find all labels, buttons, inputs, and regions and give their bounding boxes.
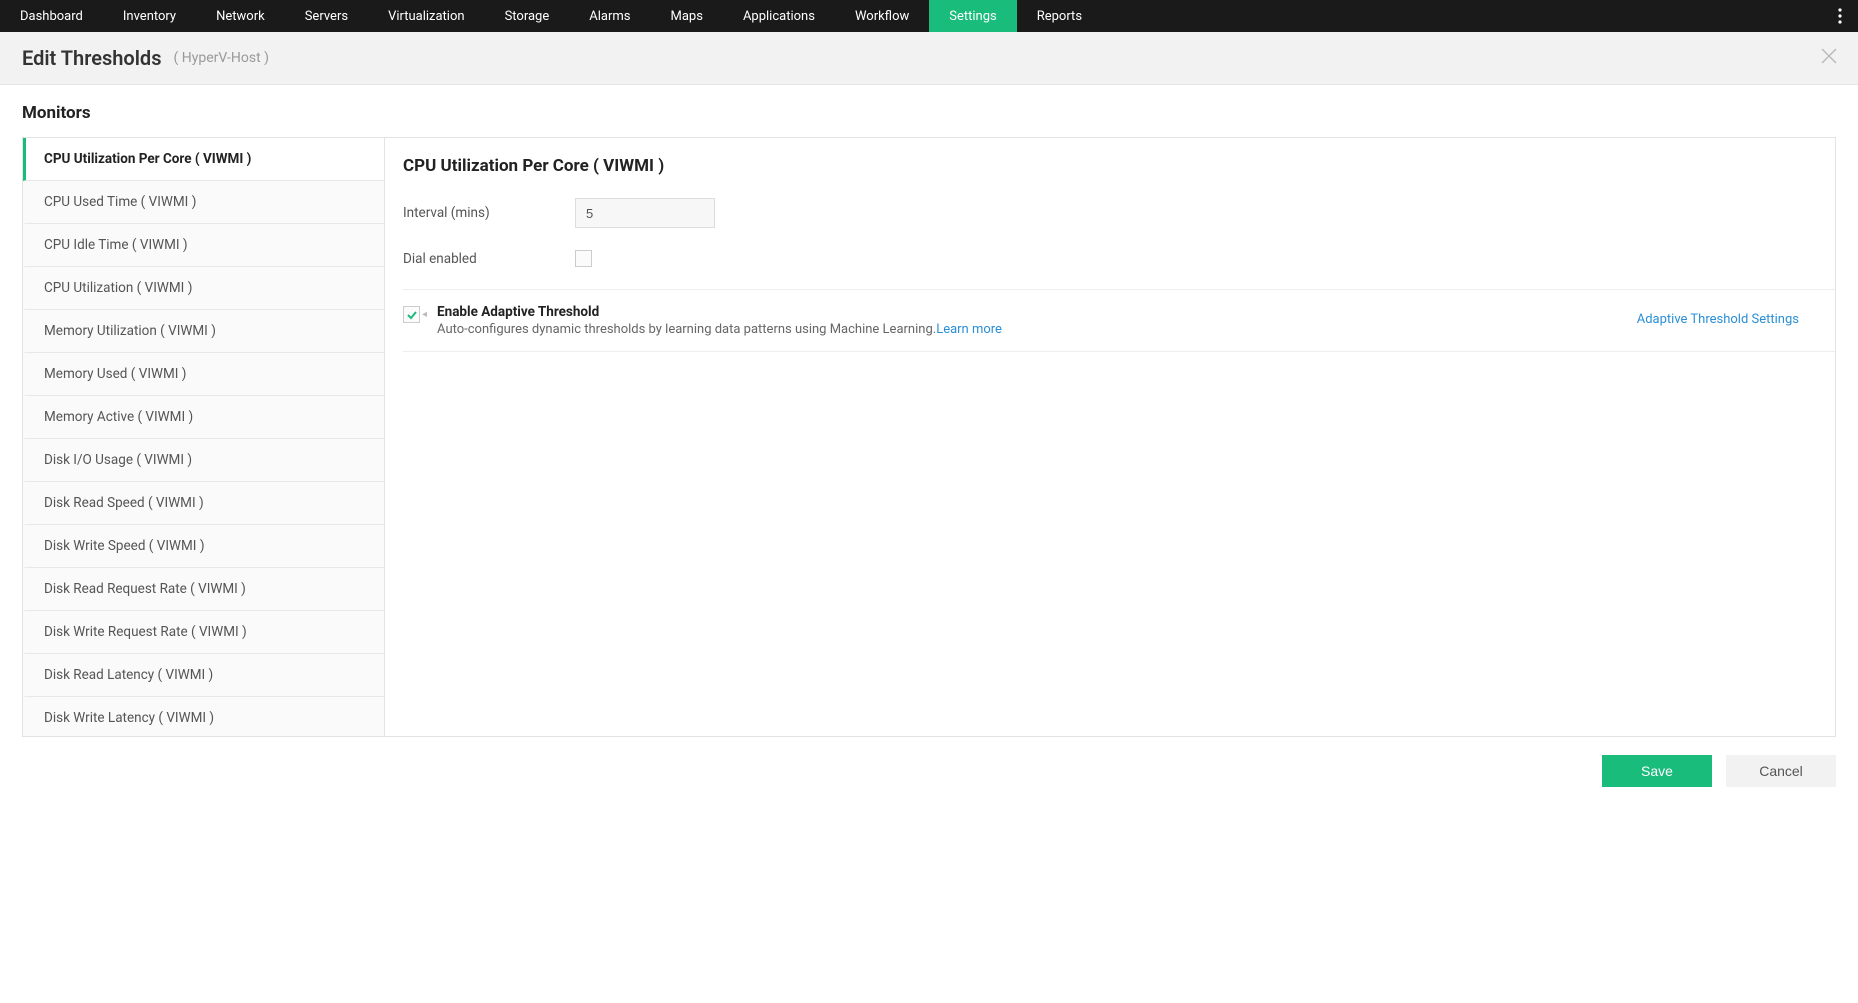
adaptive-threshold-checkbox[interactable] [403, 306, 420, 323]
nav-network[interactable]: Network [196, 0, 285, 32]
monitor-item-disk-io-usage[interactable]: Disk I/O Usage ( VIWMI ) [23, 439, 384, 482]
monitor-item-cpu-utilization[interactable]: CPU Utilization ( VIWMI ) [23, 267, 384, 310]
dial-enabled-label: Dial enabled [403, 251, 575, 267]
monitor-item-disk-read-speed[interactable]: Disk Read Speed ( VIWMI ) [23, 482, 384, 525]
panel-title: CPU Utilization Per Core ( VIWMI ) [403, 156, 1835, 176]
interval-label: Interval (mins) [403, 205, 575, 221]
nav-servers[interactable]: Servers [285, 0, 368, 32]
nav-more-icon[interactable] [1832, 0, 1848, 32]
nav-applications[interactable]: Applications [723, 0, 835, 32]
nav-virtualization[interactable]: Virtualization [368, 0, 485, 32]
monitor-item-disk-write-latency[interactable]: Disk Write Latency ( VIWMI ) [23, 697, 384, 737]
monitor-item-memory-utilization[interactable]: Memory Utilization ( VIWMI ) [23, 310, 384, 353]
nav-reports[interactable]: Reports [1017, 0, 1102, 32]
save-button[interactable]: Save [1602, 755, 1712, 787]
expand-arrow-icon[interactable]: ◂ [422, 309, 427, 320]
dial-enabled-checkbox[interactable] [575, 250, 592, 267]
monitor-item-disk-read-latency[interactable]: Disk Read Latency ( VIWMI ) [23, 654, 384, 697]
adaptive-threshold-description: Auto-configures dynamic thresholds by le… [437, 322, 1627, 337]
adaptive-threshold-section: ◂ Enable Adaptive Threshold Auto-configu… [403, 289, 1835, 352]
monitor-item-disk-write-speed[interactable]: Disk Write Speed ( VIWMI ) [23, 525, 384, 568]
monitor-item-cpu-util-per-core[interactable]: CPU Utilization Per Core ( VIWMI ) [23, 138, 384, 181]
close-icon[interactable] [1820, 47, 1838, 69]
monitors-sidebar[interactable]: CPU Utilization Per Core ( VIWMI ) CPU U… [22, 137, 384, 737]
nav-settings[interactable]: Settings [929, 0, 1016, 32]
main-content: CPU Utilization Per Core ( VIWMI ) CPU U… [0, 137, 1858, 737]
learn-more-link[interactable]: Learn more [936, 322, 1002, 337]
nav-workflow[interactable]: Workflow [835, 0, 929, 32]
page-title: Edit Thresholds [22, 46, 161, 70]
interval-input[interactable] [575, 198, 715, 228]
threshold-detail-panel: CPU Utilization Per Core ( VIWMI ) Inter… [384, 137, 1836, 737]
interval-row: Interval (mins) [403, 198, 1835, 228]
monitor-item-disk-read-request-rate[interactable]: Disk Read Request Rate ( VIWMI ) [23, 568, 384, 611]
monitor-item-memory-used[interactable]: Memory Used ( VIWMI ) [23, 353, 384, 396]
monitor-item-cpu-idle-time[interactable]: CPU Idle Time ( VIWMI ) [23, 224, 384, 267]
cancel-button[interactable]: Cancel [1726, 755, 1836, 787]
page-subtitle: ( HyperV-Host ) [173, 50, 269, 66]
dial-enabled-row: Dial enabled [403, 250, 1835, 267]
nav-storage[interactable]: Storage [485, 0, 570, 32]
nav-maps[interactable]: Maps [651, 0, 723, 32]
monitor-item-memory-active[interactable]: Memory Active ( VIWMI ) [23, 396, 384, 439]
top-navigation: Dashboard Inventory Network Servers Virt… [0, 0, 1858, 32]
section-heading-monitors: Monitors [0, 85, 1858, 137]
monitor-item-disk-write-request-rate[interactable]: Disk Write Request Rate ( VIWMI ) [23, 611, 384, 654]
adaptive-threshold-title: Enable Adaptive Threshold [437, 304, 1627, 320]
adaptive-threshold-settings-link[interactable]: Adaptive Threshold Settings [1637, 304, 1819, 327]
footer-actions: Save Cancel [0, 737, 1858, 805]
monitor-item-cpu-used-time[interactable]: CPU Used Time ( VIWMI ) [23, 181, 384, 224]
nav-inventory[interactable]: Inventory [103, 0, 196, 32]
nav-alarms[interactable]: Alarms [569, 0, 650, 32]
nav-dashboard[interactable]: Dashboard [0, 0, 103, 32]
page-header: Edit Thresholds ( HyperV-Host ) [0, 32, 1858, 85]
